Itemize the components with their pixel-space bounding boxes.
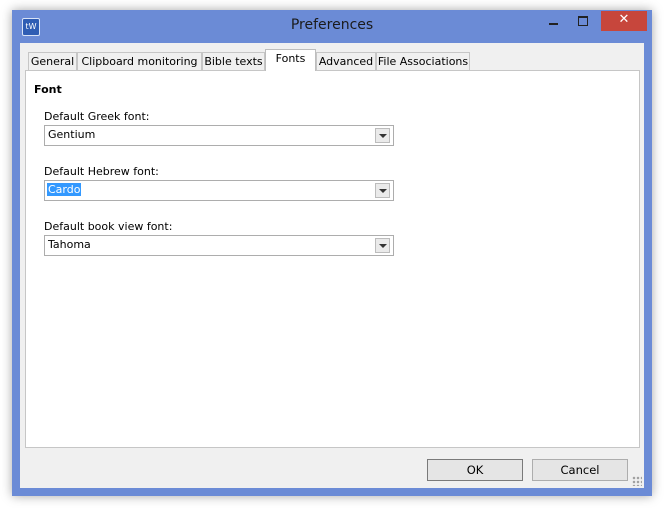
book-view-font-dropdown[interactable]: Tahoma [44, 235, 394, 256]
close-icon: ✕ [618, 12, 630, 27]
greek-font-label: Default Greek font: [44, 110, 150, 123]
section-title: Font [34, 83, 62, 96]
preferences-window: tW Preferences ✕ General Clipboard monit… [12, 10, 652, 496]
hebrew-font-dropdown[interactable]: Cardo [44, 180, 394, 201]
book-view-font-label: Default book view font: [44, 220, 173, 233]
cancel-button[interactable]: Cancel [532, 459, 628, 481]
title-bar[interactable]: tW Preferences ✕ [12, 10, 652, 43]
dropdown-arrow-icon[interactable] [375, 128, 390, 143]
resize-grip-icon[interactable] [632, 476, 642, 486]
tab-clipboard-monitoring[interactable]: Clipboard monitoring [77, 52, 202, 70]
tab-bible-texts[interactable]: Bible texts [202, 52, 265, 70]
greek-font-value: Gentium [48, 128, 96, 141]
minimize-icon[interactable] [540, 11, 566, 31]
tab-general[interactable]: General [28, 52, 77, 70]
greek-font-dropdown[interactable]: Gentium [44, 125, 394, 146]
fonts-panel: Font Default Greek font: Gentium Default… [25, 70, 640, 448]
hebrew-font-label: Default Hebrew font: [44, 165, 159, 178]
dropdown-arrow-icon[interactable] [375, 238, 390, 253]
tab-advanced[interactable]: Advanced [316, 52, 376, 70]
dialog-client-area: General Clipboard monitoring Bible texts… [20, 43, 644, 488]
maximize-icon[interactable] [570, 11, 596, 31]
book-view-font-value: Tahoma [48, 238, 91, 251]
ok-button[interactable]: OK [427, 459, 523, 481]
close-button[interactable]: ✕ [601, 11, 647, 31]
hebrew-font-value: Cardo [47, 183, 82, 196]
tab-fonts[interactable]: Fonts [265, 49, 316, 71]
tab-file-associations[interactable]: File Associations [376, 52, 470, 70]
dropdown-arrow-icon[interactable] [375, 183, 390, 198]
